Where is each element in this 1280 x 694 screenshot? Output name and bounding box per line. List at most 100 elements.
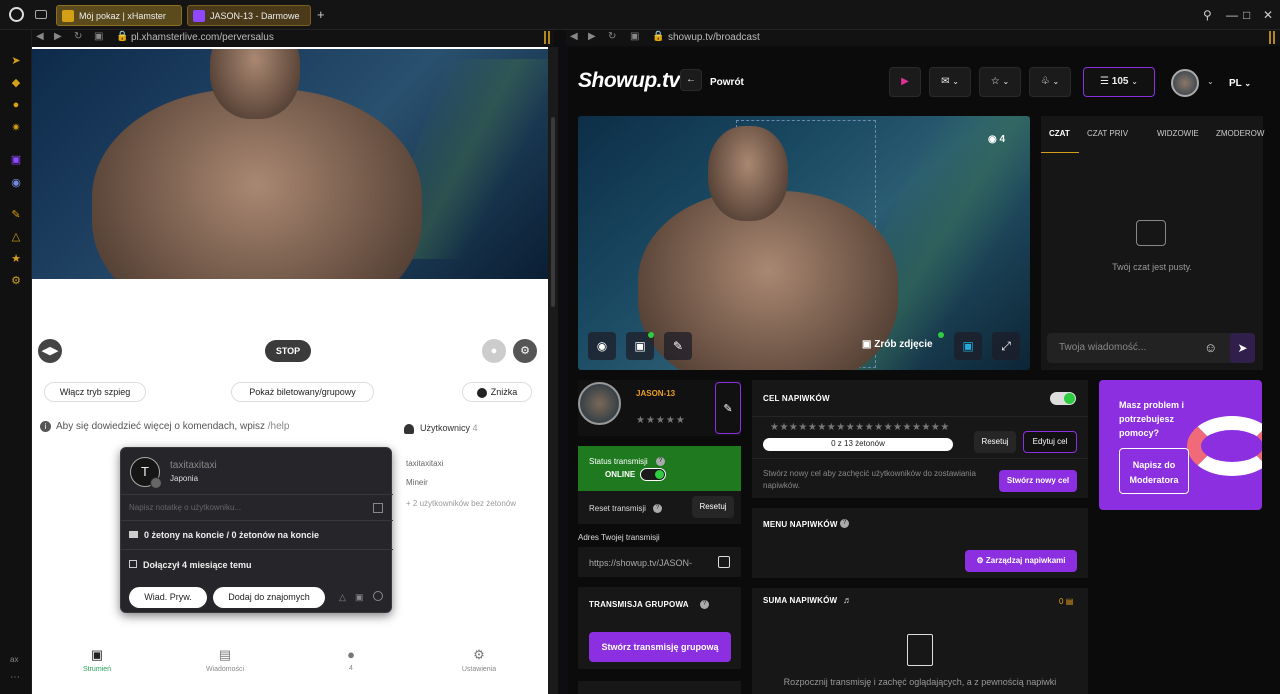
sidebar-more-icon[interactable]: ⋯: [10, 672, 20, 683]
chat-input[interactable]: Twoja wiadomość... ☺ ➤: [1047, 333, 1255, 363]
language-select[interactable]: PL ⌄: [1229, 78, 1251, 89]
streamer-head: [708, 126, 788, 221]
effects-button[interactable]: ✎: [664, 332, 692, 360]
edit-goal-button[interactable]: Edytuj cel: [1023, 431, 1077, 453]
write-moderator-button[interactable]: Napisz do Moderatora: [1119, 448, 1189, 494]
tab-xhamster[interactable]: Mój pokaz | xHamster: [56, 5, 182, 26]
camera-icon[interactable]: ▣: [94, 31, 103, 42]
online-toggle[interactable]: [640, 468, 666, 481]
showup-logo[interactable]: Showup.tv: [578, 69, 680, 93]
splitter-handle[interactable]: [1269, 31, 1275, 44]
nav-messages[interactable]: ▤ Wiadomości: [190, 647, 260, 673]
browser-logo-icon[interactable]: [9, 7, 24, 22]
back-label[interactable]: Powrót: [710, 77, 744, 88]
sidebar-item-4-icon[interactable]: ✷: [9, 121, 23, 135]
active-tab-underline: [1041, 152, 1079, 153]
create-goal-button[interactable]: Stwórz nowy cel: [999, 470, 1077, 492]
note-field[interactable]: Napisz notatkę o użytkowniku...: [129, 503, 241, 512]
settings-button[interactable]: ⚙: [513, 339, 537, 363]
warn-icon[interactable]: △: [339, 592, 346, 603]
popup-username[interactable]: taxitaxitaxi: [170, 460, 217, 471]
edit-profile-button[interactable]: ✎: [715, 382, 741, 434]
discord-icon[interactable]: ◉: [9, 176, 23, 190]
back-icon[interactable]: ◀: [570, 31, 578, 42]
minimize-icon[interactable]: —: [1226, 8, 1238, 22]
note-icon[interactable]: [373, 503, 383, 513]
reload-icon[interactable]: ↻: [608, 31, 616, 42]
reset-goal-button[interactable]: Resetuj: [974, 431, 1016, 453]
record-button[interactable]: ●: [482, 339, 506, 363]
tip-sum-desc: Rozpocznij transmisję i zachęć oglądając…: [783, 677, 1057, 687]
discount-button[interactable]: Zniżka: [462, 382, 532, 402]
info-icon: i: [40, 421, 51, 432]
speaker-icon[interactable]: ♬: [843, 595, 852, 605]
sidebar-item-6-icon[interactable]: △: [9, 230, 23, 244]
tab-viewers[interactable]: WIDZOWIE: [1157, 129, 1199, 138]
block-icon[interactable]: [373, 591, 383, 601]
pip-button[interactable]: ▣: [954, 332, 982, 360]
private-message-button[interactable]: Wiad. Pryw.: [129, 587, 207, 608]
fullscreen-button[interactable]: ⤢: [992, 332, 1020, 360]
avatar[interactable]: [1171, 69, 1199, 97]
chevron-down-icon[interactable]: ⌄: [1207, 77, 1214, 86]
back-button[interactable]: ←: [680, 69, 702, 91]
workspaces-icon[interactable]: [35, 10, 47, 19]
twitch-icon[interactable]: ▣: [9, 153, 23, 167]
sidebar-item-7-icon[interactable]: ★: [9, 252, 23, 266]
reset-stream-button[interactable]: Resetuj: [692, 496, 734, 518]
add-friend-button[interactable]: Dodaj do znajomych: [213, 587, 325, 608]
sidebar-item-1-icon[interactable]: ➤: [9, 54, 23, 68]
left-scrollbar[interactable]: [548, 47, 558, 694]
user-list-item[interactable]: taxitaxitaxi: [406, 459, 443, 468]
sidebar-item-5-icon[interactable]: ✎: [9, 208, 23, 222]
manage-tips-button[interactable]: ⚙ Zarządzaj napiwkami: [965, 550, 1077, 572]
tip-goal-toggle[interactable]: [1050, 392, 1076, 405]
stream-address-field[interactable]: https://showup.tv/JASON-: [578, 547, 741, 577]
user-list-item[interactable]: Mineir: [406, 478, 428, 487]
tab-showup[interactable]: JASON-13 - Darmowe: [187, 5, 311, 26]
reload-icon[interactable]: ↻: [74, 31, 82, 42]
send-button[interactable]: ➤: [1230, 333, 1255, 363]
right-url[interactable]: showup.tv/broadcast: [668, 32, 760, 43]
messages-button[interactable]: ✉ ⌄: [929, 67, 971, 97]
stop-button[interactable]: STOP: [265, 340, 311, 362]
tokens-button[interactable]: ☰ 105 ⌄: [1083, 67, 1155, 97]
live-button[interactable]: ▶: [889, 67, 921, 97]
nav-users[interactable]: ● 4: [316, 647, 386, 672]
forward-icon[interactable]: ▶: [54, 31, 62, 42]
tab-chat[interactable]: CZAT: [1049, 129, 1070, 138]
maximize-icon[interactable]: □: [1243, 8, 1250, 22]
left-url[interactable]: pl.xhamsterlive.com/perversalus: [131, 32, 274, 43]
copy-icon[interactable]: [718, 556, 730, 568]
chat-placeholder: Twoja wiadomość...: [1059, 342, 1147, 353]
flip-camera-button[interactable]: ◀▶: [38, 339, 62, 363]
users-header[interactable]: Użytkownicy 4: [404, 423, 478, 434]
nav-settings[interactable]: ⚙ Ustawienia: [444, 647, 514, 673]
new-tab-button[interactable]: +: [317, 7, 325, 22]
ticket-show-button[interactable]: Pokaż biletowany/grupowy: [231, 382, 374, 402]
sidebar-item-2-icon[interactable]: ◆: [9, 76, 23, 90]
tab-chat-priv[interactable]: CZAT PRIV: [1087, 129, 1128, 138]
camera-icon[interactable]: ▣: [630, 31, 639, 42]
nav-stream[interactable]: ▣ Strumień: [62, 647, 132, 673]
close-icon[interactable]: ✕: [1263, 8, 1273, 22]
splitter-handle[interactable]: [544, 31, 550, 44]
profile-name[interactable]: JASON-13: [636, 389, 675, 398]
forward-icon[interactable]: ▶: [588, 31, 596, 42]
create-group-stream-button[interactable]: Stwórz transmisję grupową: [589, 632, 731, 662]
favorites-button[interactable]: ☆ ⌄: [979, 67, 1021, 97]
tab-moderated[interactable]: ZMODEROW: [1216, 129, 1264, 138]
spy-mode-button[interactable]: Włącz tryb szpieg: [44, 382, 146, 402]
back-icon[interactable]: ◀: [36, 31, 44, 42]
avatar[interactable]: [578, 382, 621, 425]
microphone-button[interactable]: ◉: [588, 332, 616, 360]
mute-icon[interactable]: ▣: [355, 592, 364, 603]
snapshot-status-dot: [938, 332, 944, 338]
notifications-button[interactable]: ♧ ⌄: [1029, 67, 1071, 97]
search-icon[interactable]: ⚲: [1203, 8, 1212, 22]
emoji-icon[interactable]: ☺: [1204, 340, 1217, 355]
snapshot-button[interactable]: ▣ Zrób zdjęcie: [862, 339, 933, 350]
help-command[interactable]: /help: [268, 421, 290, 432]
settings-icon[interactable]: ⚙: [9, 274, 23, 288]
sidebar-item-3-icon[interactable]: ●: [9, 98, 23, 112]
